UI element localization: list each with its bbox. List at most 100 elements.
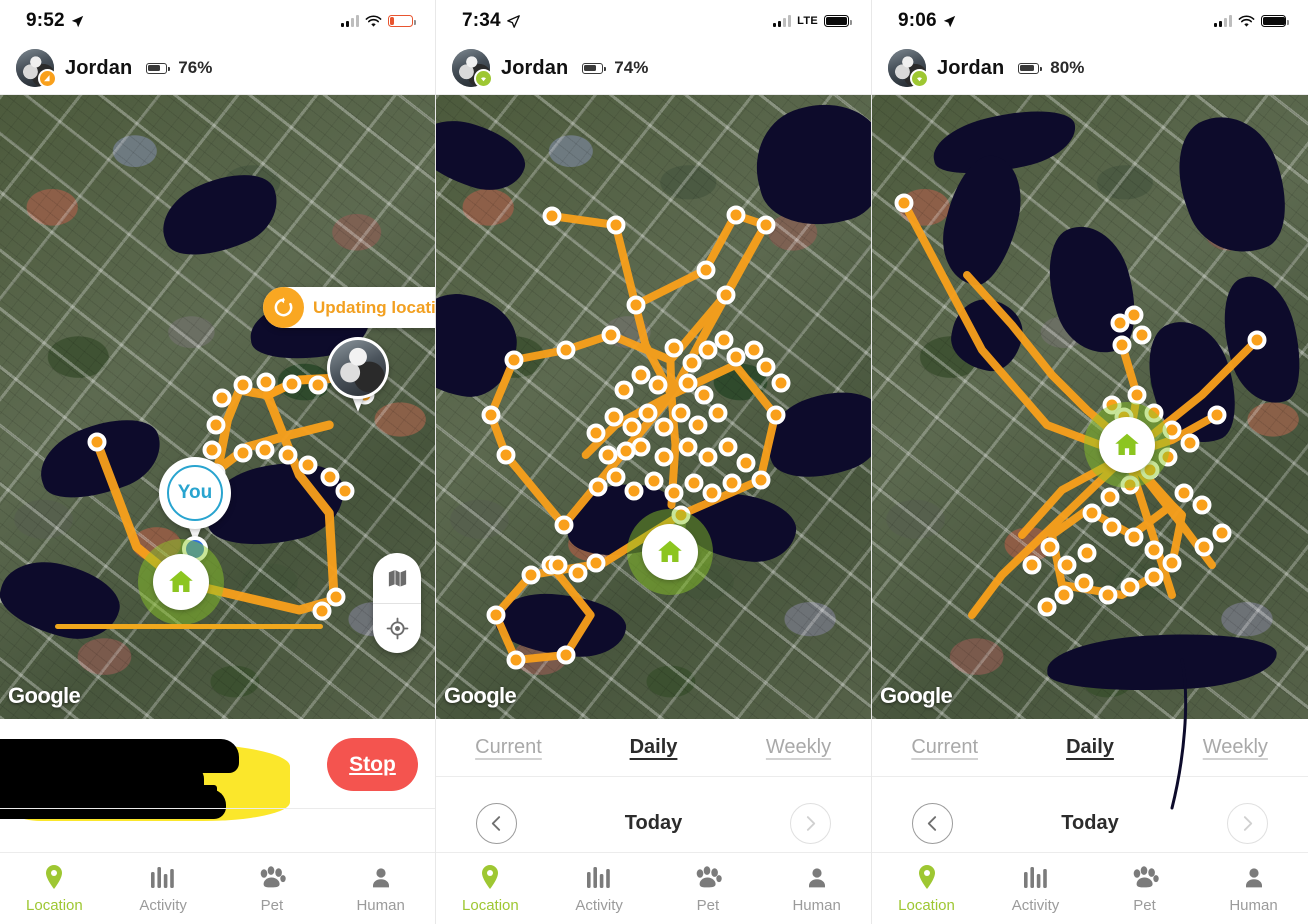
tab-location-label: Location	[26, 896, 83, 914]
home-marker[interactable]	[138, 539, 224, 625]
tab-activity[interactable]: Activity	[109, 864, 218, 914]
panel-daily-history-1: 7:34 LTE Jordan 74% Google Current Daily…	[436, 0, 872, 924]
map-daily[interactable]: Google	[872, 95, 1308, 719]
gps-point	[688, 415, 708, 435]
avatar[interactable]	[16, 49, 57, 88]
avatar[interactable]	[452, 49, 493, 88]
tab-location[interactable]: Location	[436, 864, 545, 914]
tab-current[interactable]: Current	[436, 736, 581, 759]
home-marker[interactable]	[1084, 402, 1170, 488]
tab-pet[interactable]: Pet	[1090, 864, 1199, 914]
gps-point	[1112, 335, 1132, 355]
tab-daily[interactable]: Daily	[581, 736, 726, 759]
tab-pet-label: Pet	[696, 896, 720, 914]
paw-icon	[1131, 864, 1159, 890]
tab-weekly[interactable]: Weekly	[1163, 736, 1308, 759]
gps-point	[206, 415, 226, 435]
tab-weekly[interactable]: Weekly	[726, 736, 871, 759]
pet-battery-text: 80%	[1050, 58, 1085, 77]
map-daily[interactable]: Google	[436, 95, 871, 719]
pet-location-pin[interactable]	[327, 337, 389, 415]
gps-point	[756, 357, 776, 377]
gps-point	[1180, 433, 1200, 453]
tab-current[interactable]: Current	[872, 736, 1017, 759]
wifi-badge-icon	[474, 69, 493, 88]
gps-point	[312, 601, 332, 621]
gps-point	[648, 375, 668, 395]
carrier-label: LTE	[797, 15, 818, 27]
map-layers-button[interactable]	[373, 553, 421, 603]
map-controls[interactable]	[373, 553, 421, 653]
tab-human-label: Human	[356, 896, 405, 914]
person-icon	[1242, 864, 1266, 890]
tab-pet[interactable]: Pet	[218, 864, 327, 914]
location-pin-icon	[44, 864, 64, 890]
tab-location[interactable]: Location	[872, 864, 981, 914]
gps-point	[278, 445, 298, 465]
gps-point	[1144, 540, 1164, 560]
gps-point	[644, 471, 664, 491]
gps-point	[716, 285, 736, 305]
date-label: Today	[624, 811, 683, 834]
gps-point	[1124, 527, 1144, 547]
you-bubble: You	[159, 457, 231, 529]
gps-point	[614, 380, 634, 400]
status-time-group: 7:34	[462, 10, 520, 32]
tab-human[interactable]: Human	[326, 864, 435, 914]
gps-point	[320, 467, 340, 487]
tab-human[interactable]: Human	[762, 864, 871, 914]
prev-day-button[interactable]	[912, 802, 953, 844]
history-range-tabs[interactable]: Current Daily Weekly	[436, 719, 871, 777]
gps-point	[256, 372, 276, 392]
location-pin-icon	[917, 864, 937, 890]
tab-location[interactable]: Location	[0, 864, 109, 914]
gps-point	[694, 385, 714, 405]
bottom-tab-bar[interactable]: Location Activity Pet Human	[436, 852, 871, 924]
next-day-button[interactable]	[1226, 802, 1268, 844]
next-day-button[interactable]	[789, 802, 831, 844]
tab-activity-label: Activity	[139, 896, 187, 914]
stop-button[interactable]: Stop	[327, 738, 418, 791]
history-range-tabs[interactable]: Current Daily Weekly	[872, 719, 1308, 777]
gps-point	[1040, 537, 1060, 557]
pet-battery-text: 74%	[614, 58, 649, 77]
tab-daily[interactable]: Daily	[1017, 736, 1162, 759]
center-location-button[interactable]	[373, 603, 421, 653]
gps-point	[506, 650, 526, 670]
map-watermark: Google	[880, 683, 953, 708]
gps-point	[1120, 577, 1140, 597]
gps-point	[556, 645, 576, 665]
gps-point	[654, 447, 674, 467]
gps-point	[1162, 553, 1182, 573]
home-marker[interactable]	[627, 509, 713, 595]
bar-chart-icon	[1023, 864, 1049, 890]
gps-point	[751, 470, 771, 490]
tracking-progress-bar	[55, 624, 323, 629]
tab-activity[interactable]: Activity	[981, 864, 1090, 914]
gps-point	[718, 437, 738, 457]
gps-point	[1054, 585, 1074, 605]
chevron-right-icon	[806, 815, 816, 831]
gps-point	[496, 445, 516, 465]
prev-day-button[interactable]	[476, 802, 517, 844]
gps-point	[556, 340, 576, 360]
tab-location-label: Location	[898, 896, 955, 914]
tab-human[interactable]: Human	[1199, 864, 1308, 914]
bottom-tab-bar[interactable]: Location Activity Pet Human	[0, 852, 435, 924]
screenshot-triptych: 9:52 Jordan 76% You Updating locati Goog…	[0, 0, 1308, 924]
avatar[interactable]	[888, 49, 929, 88]
gps-point	[586, 423, 606, 443]
pet-battery-icon	[582, 62, 606, 74]
gps-point	[326, 587, 346, 607]
gps-point	[698, 447, 718, 467]
bottom-tab-bar[interactable]: Location Activity Pet Human	[872, 852, 1308, 924]
chevron-left-icon	[927, 815, 937, 831]
person-icon	[369, 864, 393, 890]
gps-point	[255, 440, 275, 460]
gps-point	[1144, 567, 1164, 587]
tab-activity[interactable]: Activity	[545, 864, 654, 914]
live-tracking-actions: Stop	[0, 719, 435, 821]
gps-point	[631, 365, 651, 385]
tab-pet[interactable]: Pet	[654, 864, 763, 914]
gps-point	[1102, 517, 1122, 537]
